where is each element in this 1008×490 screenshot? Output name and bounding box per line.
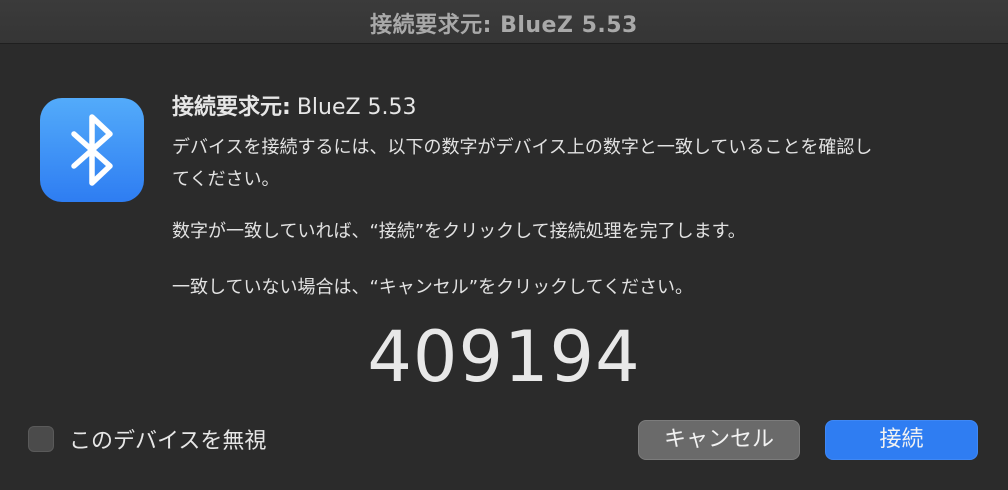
bluetooth-icon <box>40 98 144 202</box>
cancel-instruction: 一致していない場合は、“キャンセル”をクリックしてください。 <box>172 277 694 298</box>
cancel-button[interactable]: キャンセル <box>638 420 800 460</box>
passkey-code: 409194 <box>367 316 641 398</box>
title-bar: 接続要求元: BlueZ 5.53 <box>0 0 1008 44</box>
bluetooth-pairing-dialog: 接続要求元: BlueZ 5.53 接続要求元: BlueZ 5.53 デバイスを… <box>0 0 1008 490</box>
instruction-line-1: デバイスを接続するには、以下の数字がデバイス上の数字と一致していることを確認し <box>172 137 873 158</box>
ignore-device-checkbox[interactable] <box>28 426 54 452</box>
dialog-heading: 接続要求元: BlueZ 5.53 <box>172 89 417 121</box>
connect-instruction: 数字が一致していれば、“接続”をクリックして接続処理を完了します。 <box>172 221 746 242</box>
connect-button[interactable]: 接続 <box>825 420 978 460</box>
device-name: BlueZ 5.53 <box>296 95 417 120</box>
heading-label: 接続要求元: <box>172 95 291 120</box>
instruction-line-2: てください。 <box>172 169 280 190</box>
instruction-paragraph: デバイスを接続するには、以下の数字がデバイス上の数字と一致していることを確認し … <box>172 132 872 196</box>
ignore-device-label[interactable]: このデバイスを無視 <box>69 423 266 455</box>
window-title: 接続要求元: BlueZ 5.53 <box>370 13 638 38</box>
